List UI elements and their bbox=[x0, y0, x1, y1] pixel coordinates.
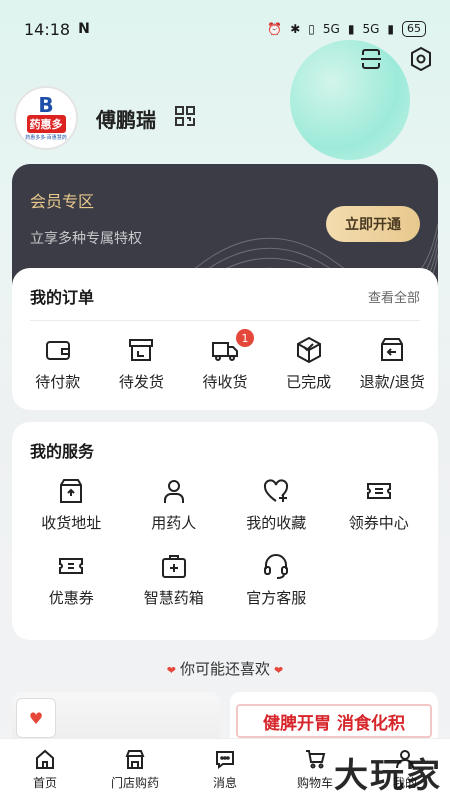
service-customer-service[interactable]: 官方客服 bbox=[225, 551, 328, 608]
view-all-orders-link[interactable]: 查看全部 bbox=[368, 287, 420, 306]
store-icon bbox=[125, 750, 145, 769]
service-coupon-center[interactable]: 领券中心 bbox=[328, 476, 431, 533]
order-pending-receipt[interactable]: 1 待收货 bbox=[186, 329, 264, 392]
service-favorites[interactable]: 我的收藏 bbox=[225, 476, 328, 533]
service-label: 用药人 bbox=[151, 514, 197, 532]
signal-bars-icon: ▮ bbox=[347, 22, 355, 36]
avatar-logo-text: 药惠多 bbox=[26, 115, 66, 133]
coupon-icon bbox=[59, 558, 84, 574]
product-logo-icon: ♥ bbox=[16, 698, 56, 738]
profile-header: B 药惠多 药惠多多·百惠慧药 傅鹏瑞 bbox=[14, 86, 196, 150]
orders-title: 我的订单 bbox=[30, 288, 95, 307]
cart-icon bbox=[306, 750, 326, 769]
signal-bars-icon: ▮ bbox=[387, 22, 394, 36]
alarm-icon: ⏰ bbox=[267, 22, 283, 36]
member-title: 会员专区 bbox=[30, 192, 95, 211]
tab-messages[interactable]: 消息 bbox=[180, 739, 270, 800]
heart-icon: ❤ bbox=[166, 664, 176, 677]
coupon-center-icon bbox=[366, 483, 391, 499]
service-address[interactable]: 收货地址 bbox=[20, 476, 123, 533]
avatar[interactable]: B 药惠多 药惠多多·百惠慧药 bbox=[14, 86, 78, 150]
services-card: 我的服务 收货地址 用药人 我的收藏 领券中心 优惠券 智慧药箱 官方客服 bbox=[12, 422, 438, 640]
order-pending-payment[interactable]: 待付款 bbox=[19, 335, 97, 392]
address-box-icon bbox=[60, 479, 83, 503]
service-coupons[interactable]: 优惠券 bbox=[20, 551, 123, 608]
signal-5g-1: 5G bbox=[322, 22, 340, 36]
avatar-logo-sub: 药惠多多·百惠慧药 bbox=[25, 135, 67, 141]
medkit-icon bbox=[161, 555, 186, 578]
package-check-icon bbox=[296, 336, 321, 364]
person-icon bbox=[163, 480, 184, 503]
watermark: 大玩家 bbox=[334, 756, 442, 796]
vibrate-icon: ▯ bbox=[308, 22, 315, 36]
scan-icon[interactable] bbox=[358, 46, 384, 76]
username: 傅鹏瑞 bbox=[96, 107, 156, 132]
settings-icon[interactable] bbox=[408, 46, 434, 76]
recommend-title: ❤ 你可能还喜欢 ❤ bbox=[0, 658, 450, 679]
member-subtitle: 立享多种专属特权 bbox=[30, 231, 142, 247]
service-label: 优惠券 bbox=[48, 589, 94, 607]
heart-icon: ❤ bbox=[274, 664, 284, 677]
tab-home[interactable]: 首页 bbox=[0, 739, 90, 800]
service-label: 智慧药箱 bbox=[143, 589, 204, 607]
order-refund[interactable]: 退款/退货 bbox=[353, 335, 431, 392]
order-label: 待收货 bbox=[202, 373, 248, 391]
wallet-icon bbox=[45, 341, 70, 360]
service-label: 领券中心 bbox=[348, 514, 409, 532]
order-label: 待付款 bbox=[35, 373, 81, 391]
battery-indicator: 65 bbox=[402, 21, 426, 37]
tab-label: 消息 bbox=[212, 776, 237, 790]
service-medkit[interactable]: 智慧药箱 bbox=[123, 551, 226, 608]
services-title: 我的服务 bbox=[30, 442, 95, 461]
qr-code-icon[interactable] bbox=[174, 105, 196, 131]
activate-member-button[interactable]: 立即开通 bbox=[326, 206, 420, 242]
nfc-icon: N bbox=[78, 21, 90, 37]
headset-icon bbox=[264, 554, 289, 579]
service-label: 官方客服 bbox=[246, 589, 307, 607]
service-medication-user[interactable]: 用药人 bbox=[123, 476, 226, 533]
avatar-logo-letter: B bbox=[38, 93, 54, 117]
service-label: 收货地址 bbox=[41, 514, 102, 532]
return-box-icon bbox=[381, 338, 404, 361]
orders-card: 我的订单 查看全部 待付款 待发货 1 待收货 已完成 退款/退货 bbox=[12, 268, 438, 410]
service-label: 我的收藏 bbox=[246, 514, 307, 532]
box-icon bbox=[129, 339, 154, 361]
order-badge: 1 bbox=[235, 329, 254, 347]
tab-label: 门店购药 bbox=[110, 776, 159, 790]
recommend-title-text: 你可能还喜欢 bbox=[179, 660, 270, 678]
message-icon bbox=[216, 751, 234, 769]
product-promo-text: 健脾开胃 消食化积 bbox=[236, 704, 432, 738]
home-icon bbox=[36, 749, 54, 769]
order-label: 待发货 bbox=[118, 373, 164, 391]
top-actions bbox=[358, 46, 434, 76]
signal-5g-2: 5G bbox=[362, 22, 380, 36]
tab-label: 首页 bbox=[32, 776, 57, 790]
order-label: 已完成 bbox=[286, 373, 332, 391]
tab-label: 购物车 bbox=[296, 776, 333, 790]
order-pending-shipment[interactable]: 待发货 bbox=[102, 335, 180, 392]
heart-plus-icon bbox=[264, 479, 289, 502]
order-completed[interactable]: 已完成 bbox=[270, 335, 348, 392]
order-label: 退款/退货 bbox=[359, 373, 425, 391]
tab-store[interactable]: 门店购药 bbox=[90, 739, 180, 800]
bluetooth-icon: ✱ bbox=[290, 22, 301, 36]
status-time: 14:18 bbox=[24, 19, 71, 39]
